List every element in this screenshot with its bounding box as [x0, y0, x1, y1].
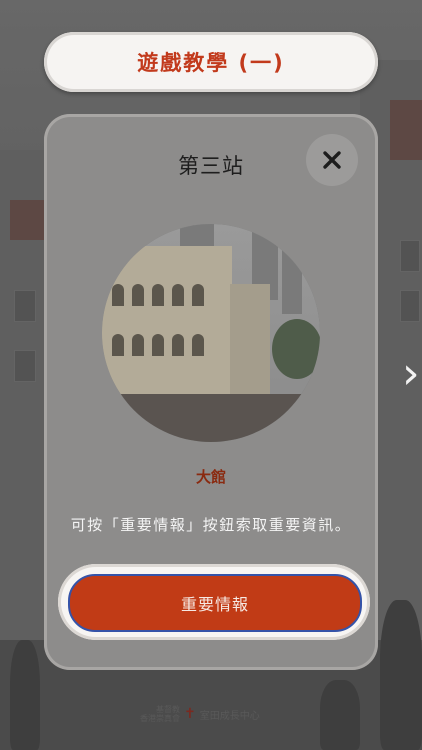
station-place-name: 大館 — [195, 468, 226, 486]
instruction-text: 可按「重要情報」按鈕索取重要資訊。 — [70, 516, 352, 534]
page-title: 遊戲教學 (一) — [137, 51, 285, 75]
close-button[interactable] — [306, 134, 358, 186]
station-photo — [102, 224, 320, 442]
important-info-button-frame: 重要情報 — [58, 564, 370, 640]
footer-logo: 基督教 香港崇真會 ✝ 室田成長中心 — [140, 700, 290, 728]
footer-center-name: 室田成長中心 — [199, 710, 260, 722]
footer-org-line2: 香港崇真會 — [140, 714, 180, 723]
footer-org: 基督教 香港崇真會 — [140, 705, 180, 723]
footer-org-line1: 基督教 — [156, 705, 180, 714]
chevron-right-icon[interactable]: › — [402, 346, 420, 402]
close-icon — [323, 151, 341, 169]
important-info-label: 重要情報 — [180, 595, 249, 614]
cross-logo-icon: ✝ — [184, 706, 196, 722]
tutorial-title-banner: 遊戲教學 (一) — [44, 32, 378, 92]
important-info-button[interactable]: 重要情報 — [68, 574, 362, 632]
